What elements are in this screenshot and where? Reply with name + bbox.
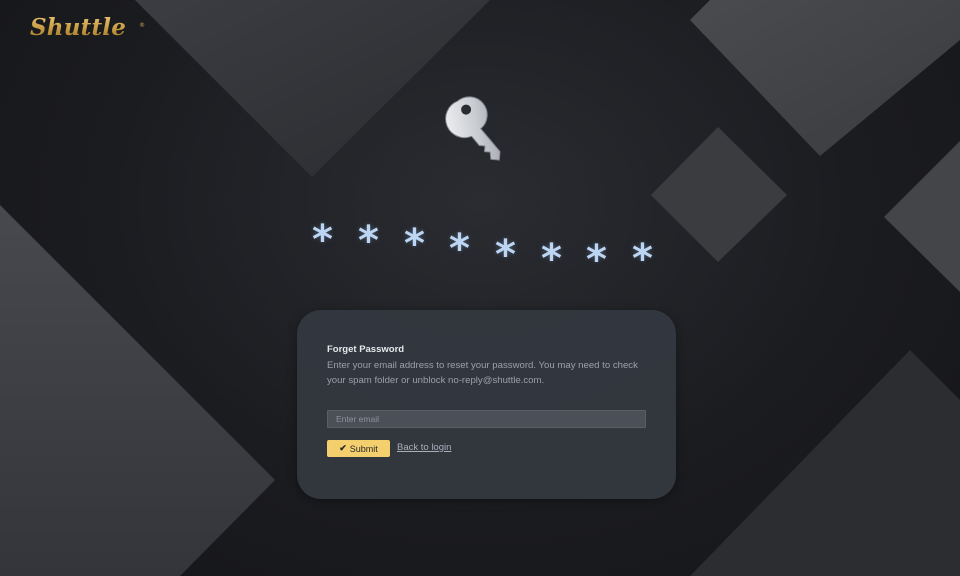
email-field[interactable] [327,410,646,428]
mask-char: * [632,236,653,282]
bg-diamond-bottom-right [690,350,960,576]
mask-char: * [586,237,607,283]
back-to-login-link[interactable]: Back to login [397,442,451,453]
registered-mark: ® [139,22,145,29]
mask-char: * [358,218,379,264]
mask-char: * [449,226,470,272]
mask-char: * [404,221,425,267]
card-description: Enter your email address to reset your p… [327,360,638,386]
shuttle-logo: Shuttle [30,14,127,41]
bg-diamond-top [135,0,490,177]
check-icon: ✔ [339,443,347,453]
masked-password-display: * * * * * * * * [300,212,680,280]
card-title: Forget Password [327,344,405,355]
mask-char: * [495,232,516,278]
bg-diamond-bottom-left [0,205,275,576]
submit-button[interactable]: ✔ Submit [327,440,390,457]
submit-label: Submit [349,443,378,454]
bg-diamond-right [884,141,960,292]
mask-char: * [312,217,333,263]
forgot-password-card: Forget Password Enter your email address… [297,310,676,499]
key-icon [445,96,501,161]
bg-diamond-top-right [690,0,960,156]
mask-char: * [541,236,562,282]
